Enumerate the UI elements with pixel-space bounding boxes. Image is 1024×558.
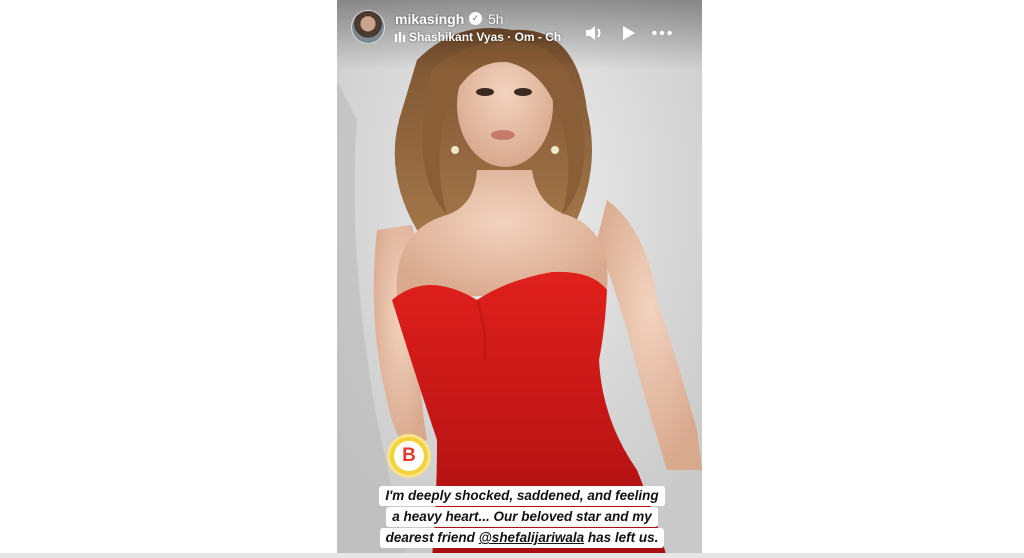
username[interactable]: mikasingh <box>395 11 464 27</box>
more-options-icon[interactable] <box>651 22 673 44</box>
music-bars-icon <box>395 32 405 42</box>
mention-link[interactable]: @shefalijariwala <box>479 530 584 545</box>
play-icon[interactable] <box>617 22 639 44</box>
caption-tail: has left us. <box>584 530 659 545</box>
caption-text: a heavy heart... Our beloved star and my <box>386 507 658 527</box>
bottom-divider <box>0 553 1024 558</box>
caption-text-last: dearest friend @shefalijariwala has left… <box>379 528 665 548</box>
brand-logo-sticker: B <box>387 434 431 478</box>
story-viewer[interactable]: mikasingh ✓ 5h Shashikant Vyas · Om - Ch <box>337 0 702 558</box>
caption-text: I'm deeply shocked, saddened, and feelin… <box>379 486 665 506</box>
story-header: mikasingh ✓ 5h Shashikant Vyas · Om - Ch <box>351 8 691 48</box>
brand-logo-letter: B <box>394 441 424 471</box>
music-attribution[interactable]: Shashikant Vyas · Om - Ch <box>395 30 561 44</box>
verified-badge-icon: ✓ <box>469 12 482 25</box>
caption-text: dearest friend <box>385 530 479 545</box>
avatar[interactable] <box>351 10 385 44</box>
caption-line-2: a heavy heart... Our beloved star and my <box>361 507 683 527</box>
caption-line-3: dearest friend @shefalijariwala has left… <box>361 528 683 548</box>
caption-line-1: I'm deeply shocked, saddened, and feelin… <box>361 486 683 506</box>
story-photo <box>337 0 702 558</box>
volume-icon[interactable] <box>583 22 605 44</box>
music-label: Shashikant Vyas · Om - Ch <box>409 30 562 44</box>
time-ago: 5h <box>488 11 504 27</box>
page: mikasingh ✓ 5h Shashikant Vyas · Om - Ch <box>0 0 1024 558</box>
